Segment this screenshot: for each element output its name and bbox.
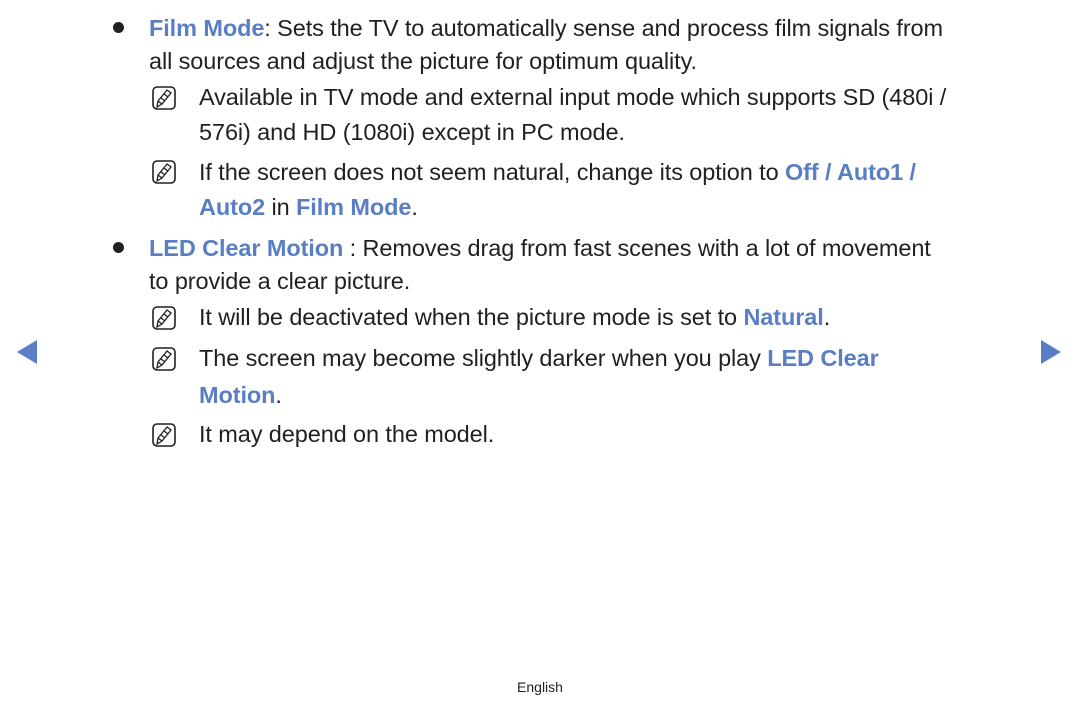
item-led-clear-motion-line1: LED Clear Motion : Removes drag from fas… <box>149 235 931 261</box>
note-text-cont: 576i) and HD (1080i) except in PC mode. <box>199 119 625 145</box>
note-text: It will be deactivated when the picture … <box>199 304 831 330</box>
option-values: Off / Auto1 / <box>784 159 916 185</box>
note-text-cont: Auto2 in Film Mode. <box>199 194 418 220</box>
note-text: If the screen does not seem natural, cha… <box>199 159 916 185</box>
term-film-mode: Film Mode <box>149 15 265 41</box>
item-film-mode-line2: all sources and adjust the picture for o… <box>149 48 697 74</box>
footer-language: English <box>517 679 563 695</box>
option-auto2: Auto2 <box>199 194 266 220</box>
item-film-mode-line1: Film Mode: Sets the TV to automatically … <box>149 15 943 41</box>
note-icon <box>152 347 176 371</box>
note-icon <box>152 306 176 330</box>
next-page-arrow-icon[interactable] <box>1041 340 1061 364</box>
note-text: It may depend on the model. <box>199 421 495 447</box>
term-motion: Motion <box>199 382 276 408</box>
note-icon <box>152 423 176 447</box>
note-text-cont: Motion. <box>199 382 282 408</box>
note-icon <box>152 86 176 110</box>
note-text: The screen may become slightly darker wh… <box>199 345 879 371</box>
term-led-clear: LED Clear <box>767 345 879 371</box>
menu-film-mode: Film Mode <box>296 194 412 220</box>
bullet-icon <box>113 22 124 33</box>
previous-page-arrow-icon[interactable] <box>17 340 37 364</box>
item-led-clear-motion-line2: to provide a clear picture. <box>149 268 411 294</box>
note-text: Available in TV mode and external input … <box>199 84 947 110</box>
mode-natural: Natural <box>743 304 824 330</box>
term-led-clear-motion: LED Clear Motion <box>149 235 344 261</box>
bullet-icon <box>113 242 124 253</box>
note-icon <box>152 160 176 184</box>
